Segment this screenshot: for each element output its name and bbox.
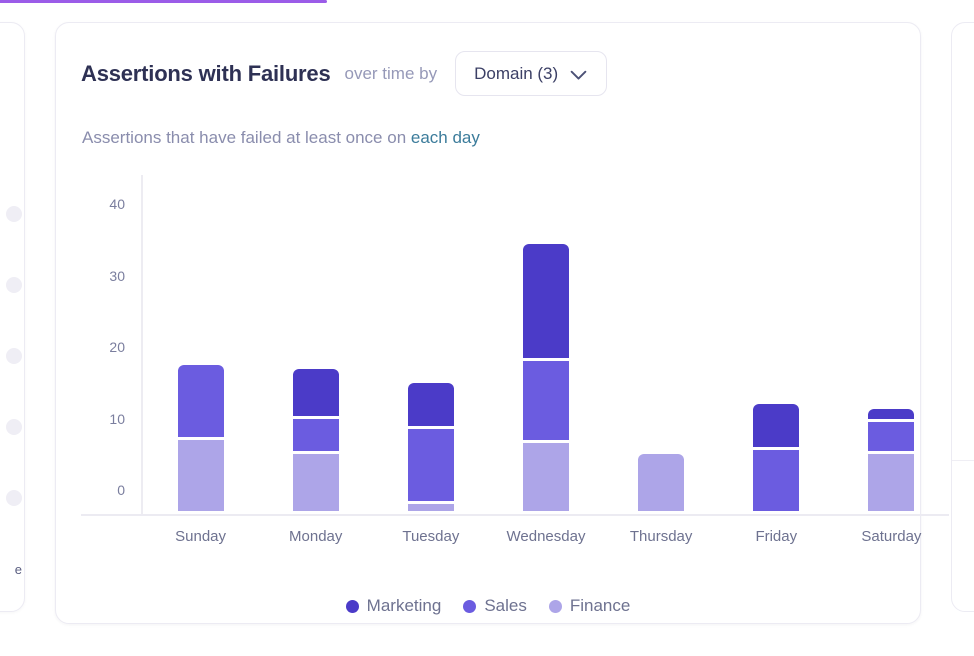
bar-segment[interactable] [407,503,454,511]
x-axis-line [81,514,949,516]
bar-column[interactable] [292,369,339,514]
x-axis-tick-labels: Sunday Monday Tuesday Wednesday Thursday Frid… [81,528,951,556]
bar-series-container [143,175,949,514]
list-item[interactable]: z [0,270,24,300]
legend-item[interactable]: Sales [463,596,527,616]
x-axis-tick: Monday [289,528,343,545]
y-axis-tick: 30 [109,267,125,284]
legend-label: Sales [484,596,527,615]
right-side-panel [951,22,974,612]
bar-column[interactable] [868,408,915,515]
list-item-badge [6,348,22,364]
list-item-badge [6,490,22,506]
chart-subtitle: Assertions that have failed at least onc… [82,128,480,148]
list-item[interactable]: 0 [0,341,24,371]
bar-segment[interactable] [523,244,569,359]
y-axis-tick: 0 [117,482,125,498]
list-item[interactable]: e [0,412,24,442]
header-suffix-label: over time by [344,63,438,83]
y-axis-tick: 20 [109,339,125,355]
bar-column[interactable] [177,365,224,514]
bar-segment[interactable] [638,453,685,511]
bar-column[interactable] [407,383,454,514]
x-axis-tick: Wednesday [506,528,586,545]
chart-header: Assertions with Failures over time by Do… [81,51,896,96]
bar-column[interactable] [638,453,685,514]
left-side-panel: s z 0 e r e [0,22,25,612]
bar-segment[interactable] [753,404,800,448]
legend-dot-icon [345,599,359,613]
legend-label: Marketing [366,596,442,615]
legend-dot-icon [463,599,477,613]
bar-segment[interactable] [292,418,339,451]
divider [952,460,974,461]
list-item-label: e [14,561,22,577]
y-axis-tick: 40 [109,196,125,212]
app-root: s z 0 e r e Assertions with Failures [0,0,974,656]
chart-plot-area: 0 10 20 30 40 [81,175,951,523]
bar-segment[interactable] [407,383,454,427]
active-tab-indicator [0,0,327,3]
bar-segment[interactable] [177,439,224,511]
y-axis-tick: 10 [109,410,125,427]
legend-item[interactable]: Marketing [345,596,442,616]
group-by-select-value: Domain (3) [474,63,559,83]
bar-segment[interactable] [292,453,339,511]
bar-segment[interactable] [407,429,454,501]
bar-segment[interactable] [523,443,569,511]
chart-legend: Marketing Sales Finance [56,596,920,616]
x-axis-tick: Saturday [861,528,922,545]
list-item-badge [6,419,22,435]
bar-segment[interactable] [868,422,915,451]
bar-segment[interactable] [868,453,915,511]
page-title: Assertions with Failures [81,60,331,86]
list-item[interactable]: r [0,483,24,513]
legend-dot-icon [548,599,562,613]
x-axis-tick: Friday [755,528,798,545]
bar-column[interactable] [753,404,800,514]
chart-subtitle-text: Assertions that have failed at least onc… [82,128,411,147]
bar-segment[interactable] [753,450,800,511]
bar-column[interactable] [523,244,569,514]
bar-segment[interactable] [868,408,915,420]
list-item-badge [6,206,22,222]
list-item[interactable]: s [0,199,24,229]
list-item-badge [6,277,22,293]
list-item[interactable]: e [0,554,24,584]
bar-segment[interactable] [292,369,339,416]
x-axis-tick: Thursday [629,528,693,545]
group-by-select[interactable]: Domain (3) [455,51,608,96]
bar-segment[interactable] [523,361,569,441]
legend-label: Finance [569,596,631,615]
chart-card: Assertions with Failures over time by Do… [55,22,949,624]
legend-item[interactable]: Finance [548,596,631,616]
bar-segment[interactable] [177,365,224,437]
x-axis-tick: Sunday [175,528,226,545]
x-axis-tick: Tuesday [402,528,460,545]
chevron-down-icon [570,68,587,80]
chart-subtitle-link[interactable]: each day [411,128,480,147]
